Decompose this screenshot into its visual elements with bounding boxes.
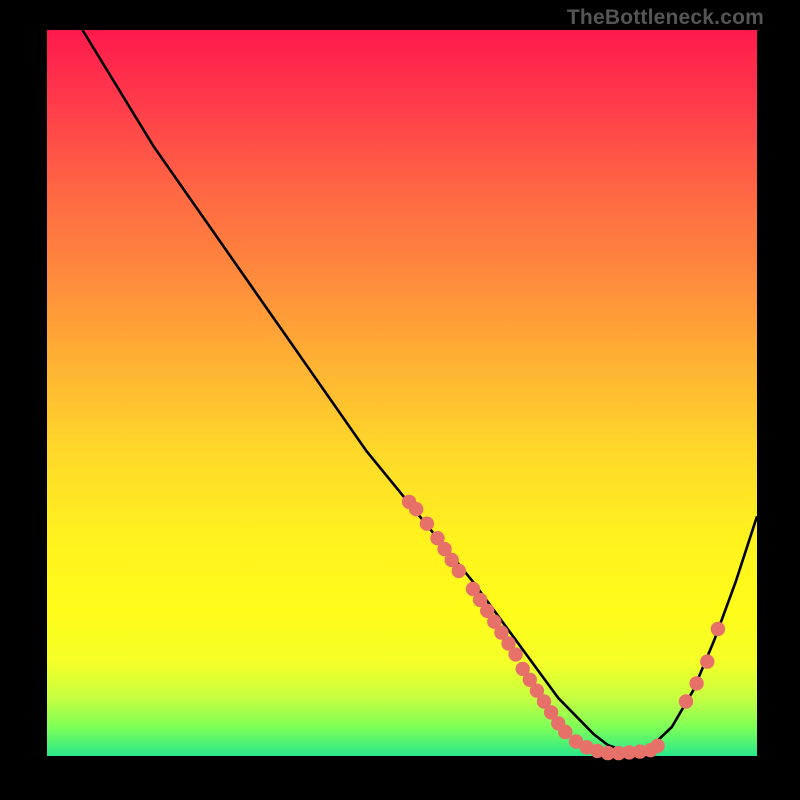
watermark-text: TheBottleneck.com [567, 6, 764, 30]
bottleneck-curve [83, 30, 758, 752]
highlight-dot [508, 647, 522, 661]
highlight-dot [700, 654, 714, 668]
highlight-dot [452, 564, 466, 578]
highlight-dot [558, 725, 572, 739]
highlight-dot [420, 517, 434, 531]
highlight-dot [650, 739, 664, 753]
highlight-dot [711, 622, 725, 636]
highlight-dot [689, 676, 703, 690]
chart-svg [47, 30, 757, 756]
highlight-dot [409, 502, 423, 516]
highlight-dot [679, 694, 693, 708]
